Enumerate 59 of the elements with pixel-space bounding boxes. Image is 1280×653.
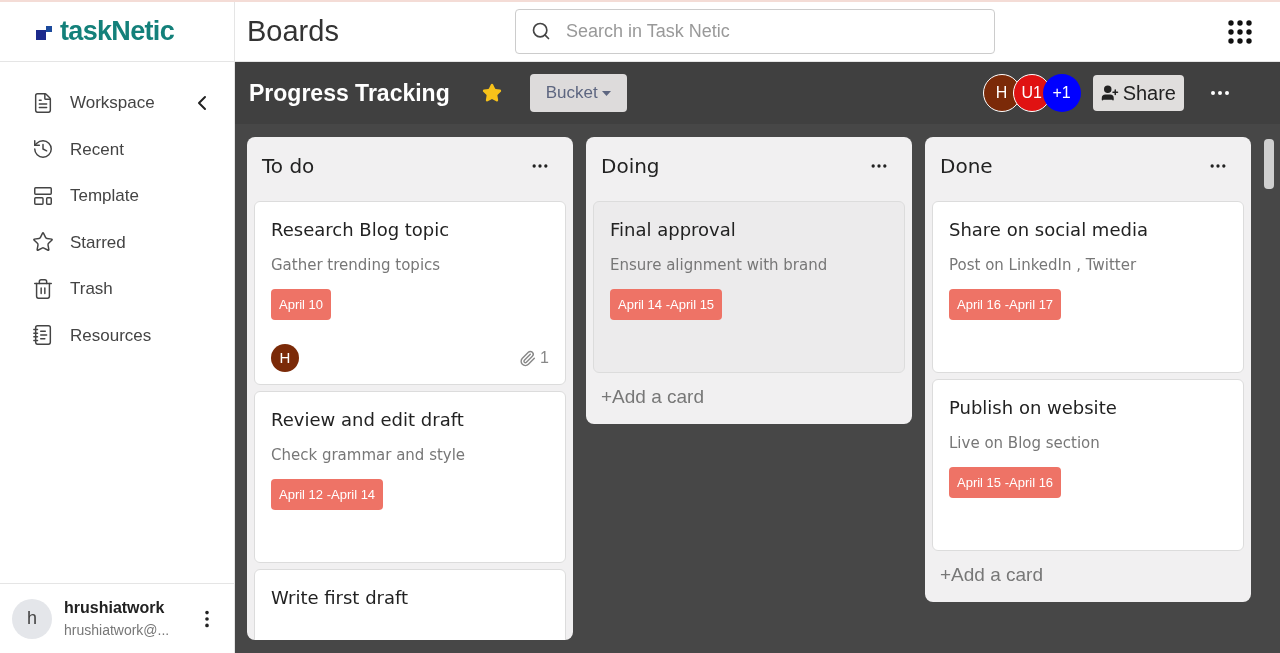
task-card[interactable]: Share on social media Post on LinkedIn , Twitter April 16 -April 17 <box>932 201 1244 373</box>
view-dropdown[interactable]: Bucket <box>529 74 627 112</box>
card-title: Share on social media <box>949 218 1149 242</box>
date-tag: April 14 -April 15 <box>610 288 723 320</box>
sidebar-item[interactable]: Starred <box>32 229 214 255</box>
sidebar-item[interactable]: Resources <box>32 322 214 348</box>
card-description: Check grammar and style <box>271 445 467 466</box>
logo-text: taskNetic <box>60 15 174 49</box>
card-title: Publish on website <box>949 396 1118 420</box>
task-card[interactable]: Research Blog topic Gather trending topics April 10 H 1 <box>254 201 566 385</box>
attachment-count: 1 <box>540 348 549 368</box>
card-description: Post on LinkedIn , Twitter <box>949 255 1138 276</box>
date-tag: April 12 -April 14 <box>271 478 384 510</box>
card-description: Live on Blog section <box>949 433 1101 454</box>
list-title: Done <box>940 153 993 180</box>
search-icon <box>531 21 551 41</box>
task-card[interactable]: Write first draft <box>254 569 566 640</box>
board-title: Progress Tracking <box>249 78 450 108</box>
card-title: Research Blog topic <box>271 218 451 242</box>
sidebar-item[interactable]: Workspace <box>32 90 190 116</box>
search-field[interactable]: Search in Task Netic <box>515 9 995 54</box>
scrollbar-thumb[interactable] <box>1264 139 1274 189</box>
card-description: Gather trending topics <box>271 255 442 276</box>
caret-icon <box>601 90 611 96</box>
date-tag: April 16 -April 17 <box>949 288 1062 320</box>
assignee-avatar: H <box>271 344 299 372</box>
paperclip-icon <box>519 349 537 367</box>
user-email: hrushiatwork@... <box>64 621 171 640</box>
sidebar-item[interactable]: Recent <box>32 136 214 162</box>
card-description: Ensure alignment with brand <box>610 255 829 276</box>
card-title: Write first draft <box>271 586 410 610</box>
member-avatar: +1 <box>1042 74 1081 112</box>
layout-icon <box>32 184 54 207</box>
card-title: Review and edit draft <box>271 408 465 432</box>
sidebar-item[interactable]: Template <box>32 183 214 209</box>
notebook-icon <box>32 324 54 347</box>
page-title: Boards <box>247 13 340 49</box>
document-icon <box>32 91 54 114</box>
user-avatar: h <box>12 598 52 639</box>
list-title: To do <box>262 153 315 180</box>
date-tag: April 10 <box>271 288 332 320</box>
task-card[interactable]: Publish on website Live on Blog section April 15 -April 16 <box>932 379 1244 551</box>
trash-icon <box>32 277 54 300</box>
star-icon <box>32 231 54 254</box>
sidebar-item[interactable]: Trash <box>32 276 214 302</box>
star-icon[interactable] <box>481 83 502 103</box>
apps-grid-icon[interactable] <box>1228 19 1252 44</box>
date-tag: April 15 -April 16 <box>949 466 1062 498</box>
list-title: Doing <box>601 153 660 180</box>
share-button[interactable]: Share <box>1092 75 1184 111</box>
add-user-icon <box>1100 84 1119 102</box>
user-name: hrushiatwork <box>64 598 166 618</box>
logo-icon <box>36 23 52 40</box>
task-card[interactable]: Review and edit draft Check grammar and style April 12 -April 14 <box>254 391 566 563</box>
history-icon <box>32 138 54 161</box>
task-card[interactable]: Final approval Ensure alignment with brand April 14 -April 15 <box>593 201 905 373</box>
add-card-button[interactable]: +Add a card <box>932 557 1244 594</box>
add-card-button[interactable]: +Add a card <box>593 379 905 416</box>
card-title: Final approval <box>610 218 737 242</box>
